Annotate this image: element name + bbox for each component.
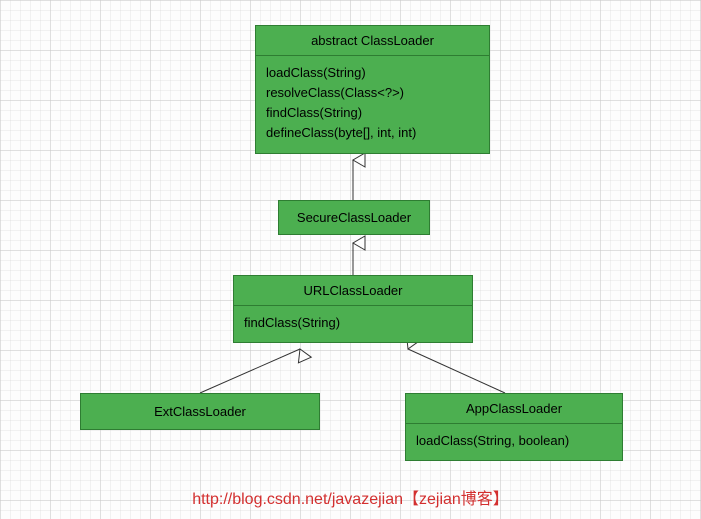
class-title: URLClassLoader: [234, 276, 472, 306]
method: findClass(String): [244, 313, 462, 333]
class-box-secureclassloader: SecureClassLoader: [278, 200, 430, 235]
class-box-appclassloader: AppClassLoader loadClass(String, boolean…: [405, 393, 623, 461]
class-title: abstract ClassLoader: [256, 26, 489, 56]
method: loadClass(String): [266, 63, 479, 83]
class-box-urlclassloader: URLClassLoader findClass(String): [233, 275, 473, 343]
method: loadClass(String, boolean): [416, 431, 612, 451]
method: resolveClass(Class<?>): [266, 83, 479, 103]
caption-tag: 【zejian博客】: [403, 491, 509, 508]
class-title: AppClassLoader: [406, 394, 622, 424]
class-methods: loadClass(String) resolveClass(Class<?>)…: [256, 56, 489, 153]
class-title: ExtClassLoader: [81, 394, 319, 429]
diagram-caption: http://blog.csdn.net/javazejian【zejian博客…: [0, 485, 701, 509]
class-box-extclassloader: ExtClassLoader: [80, 393, 320, 430]
method: defineClass(byte[], int, int): [266, 123, 479, 143]
class-methods: findClass(String): [234, 306, 472, 342]
class-title: SecureClassLoader: [279, 201, 429, 234]
method: findClass(String): [266, 103, 479, 123]
class-methods: loadClass(String, boolean): [406, 424, 622, 460]
caption-url: http://blog.csdn.net/javazejian: [192, 491, 403, 508]
class-box-classloader: abstract ClassLoader loadClass(String) r…: [255, 25, 490, 154]
